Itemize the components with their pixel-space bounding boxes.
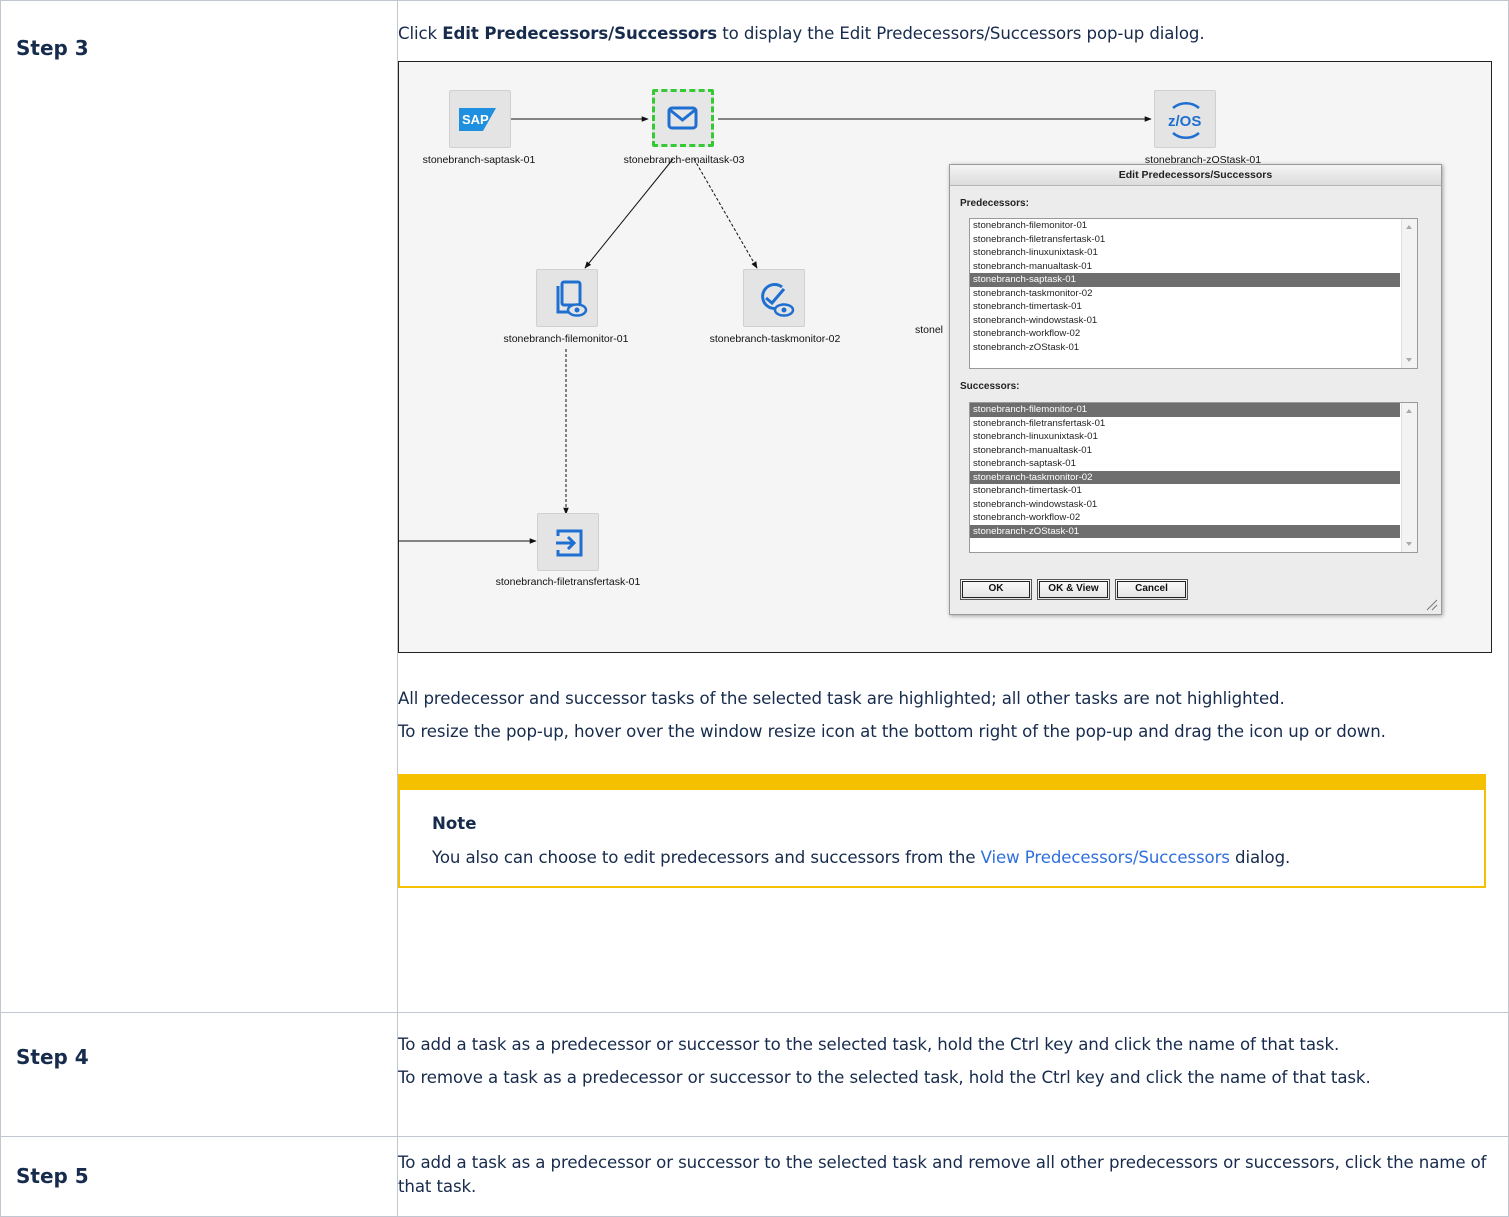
ok-button[interactable]: OK <box>960 579 1032 600</box>
node-taskmonitor[interactable] <box>743 269 805 327</box>
scroll-up-icon[interactable] <box>1406 409 1412 413</box>
step-5-text: To add a task as a predecessor or succes… <box>398 1153 1487 1196</box>
successors-item[interactable]: stonebranch-timertask-01 <box>970 484 1400 498</box>
step-4-content: To add a task as a predecessor or succes… <box>397 1012 1509 1137</box>
node-saptask[interactable]: SAP <box>449 90 511 148</box>
scroll-up-icon[interactable] <box>1406 225 1412 229</box>
successors-item[interactable]: stonebranch-manualtask-01 <box>970 444 1400 458</box>
scroll-down-icon[interactable] <box>1406 358 1412 362</box>
svg-text:z/OS: z/OS <box>1168 113 1201 130</box>
successors-item[interactable]: stonebranch-filemonitor-01 <box>970 403 1400 417</box>
scroll-down-icon[interactable] <box>1406 542 1412 546</box>
svg-text:SAP: SAP <box>462 112 489 127</box>
node-filemonitor-label[interactable]: stonebranch-filemonitor-01 <box>504 333 629 345</box>
predecessors-label: Predecessors: <box>960 198 1029 209</box>
edit-predecessors-dialog: Edit Predecessors/Successors Predecessor… <box>949 164 1442 615</box>
edge-email-to-taskmonitor <box>693 158 758 269</box>
note-text: You also can choose to edit predecessors… <box>432 846 1452 870</box>
step-5-cell: Step 5 <box>0 1136 398 1217</box>
step-5-content: To add a task as a predecessor or succes… <box>397 1136 1509 1217</box>
successors-item[interactable]: stonebranch-windowstask-01 <box>970 498 1400 512</box>
predecessors-item[interactable]: stonebranch-linuxunixtask-01 <box>970 246 1400 260</box>
predecessors-listbox[interactable]: stonebranch-filemonitor-01 stonebranch-fi… <box>969 218 1418 369</box>
file-transfer-icon <box>556 529 583 557</box>
node-emailtask[interactable] <box>652 89 714 147</box>
intro-text: Click <box>398 24 443 43</box>
intro-text-suffix: to display the Edit Predecessors/Success… <box>717 24 1205 43</box>
node-emailtask-label[interactable]: stonebranch-emailtask-03 <box>624 154 745 166</box>
successors-item[interactable]: stonebranch-linuxunixtask-01 <box>970 430 1400 444</box>
predecessors-item[interactable]: stonebranch-taskmonitor-02 <box>970 287 1400 301</box>
file-monitor-icon <box>556 280 588 317</box>
note-text-after: dialog. <box>1229 848 1291 867</box>
note-box: Note You also can choose to edit predece… <box>398 774 1486 888</box>
node-taskmonitor-label[interactable]: stonebranch-taskmonitor-02 <box>710 333 841 345</box>
step-3-content: Click Edit Predecessors/Successors to di… <box>397 0 1509 1013</box>
note-title: Note <box>432 814 477 833</box>
edge-email-to-filemonitor <box>584 158 674 269</box>
ok-view-button[interactable]: OK & View <box>1037 579 1110 600</box>
predecessors-item[interactable]: stonebranch-filetransfertask-01 <box>970 233 1400 247</box>
zos-icon: z/OS <box>1168 101 1201 140</box>
successors-item[interactable]: stonebranch-saptask-01 <box>970 457 1400 471</box>
envelope-icon <box>667 106 698 130</box>
step-label: Step 5 <box>16 1164 89 1188</box>
node-filetransfer[interactable] <box>537 513 599 571</box>
note-text-before: You also can choose to edit predecessors… <box>432 848 981 867</box>
workflow-screenshot: SAP stonebranch-saptask-01 stonebranch-e… <box>398 61 1492 653</box>
successors-listbox[interactable]: stonebranch-filemonitor-01 stonebranch-fi… <box>969 402 1418 553</box>
predecessors-item[interactable]: stonebranch-workflow-02 <box>970 327 1400 341</box>
resize-grip-icon[interactable] <box>1426 599 1438 611</box>
sap-logo-icon: SAP <box>459 108 496 131</box>
successors-label: Successors: <box>960 381 1020 392</box>
successors-item[interactable]: stonebranch-taskmonitor-02 <box>970 470 1400 484</box>
predecessors-item[interactable]: stonebranch-filemonitor-01 <box>970 219 1400 233</box>
step-4-cell: Step 4 <box>0 1012 398 1137</box>
step-3-resize-text: To resize the pop-up, hover over the win… <box>398 722 1386 741</box>
successors-item[interactable]: stonebranch-filetransfertask-01 <box>970 417 1400 431</box>
predecessors-item[interactable]: stonebranch-zOStask-01 <box>970 341 1400 355</box>
predecessors-item[interactable]: stonebranch-windowstask-01 <box>970 314 1400 328</box>
successors-item[interactable]: stonebranch-zOStask-01 <box>970 524 1400 538</box>
predecessors-item[interactable]: stonebranch-saptask-01 <box>970 273 1400 287</box>
successors-scrollbar[interactable] <box>1401 403 1417 552</box>
node-filemonitor[interactable] <box>536 269 598 327</box>
task-monitor-icon <box>761 282 795 317</box>
cancel-button[interactable]: Cancel <box>1115 579 1188 600</box>
dialog-title[interactable]: Edit Predecessors/Successors <box>950 165 1441 186</box>
step-3-highlight-text: All predecessor and successor tasks of t… <box>398 689 1285 708</box>
node-zostask[interactable]: z/OS <box>1154 90 1216 148</box>
node-saptask-label[interactable]: stonebranch-saptask-01 <box>423 154 536 166</box>
predecessors-item[interactable]: stonebranch-manualtask-01 <box>970 260 1400 274</box>
step-label: Step 3 <box>16 36 89 60</box>
predecessors-item[interactable]: stonebranch-timertask-01 <box>970 300 1400 314</box>
step-3-intro: Click Edit Predecessors/Successors to di… <box>398 22 1508 46</box>
node-filetransfer-label[interactable]: stonebranch-filetransfertask-01 <box>496 576 641 588</box>
predecessors-scrollbar[interactable] <box>1401 219 1417 368</box>
intro-bold: Edit Predecessors/Successors <box>442 24 718 43</box>
view-predecessors-link[interactable]: View Predecessors/Successors <box>981 848 1230 867</box>
step-4-remove-text: To remove a task as a predecessor or suc… <box>398 1068 1371 1087</box>
node-partial-label: stonel <box>914 324 944 336</box>
step-4-add-text: To add a task as a predecessor or succes… <box>398 1035 1340 1054</box>
successors-item[interactable]: stonebranch-workflow-02 <box>970 511 1400 525</box>
step-3-cell: Step 3 <box>0 0 398 1013</box>
steps-table: Step 3 Click Edit Predecessors/Successor… <box>0 0 1509 1217</box>
step-label: Step 4 <box>16 1045 89 1069</box>
